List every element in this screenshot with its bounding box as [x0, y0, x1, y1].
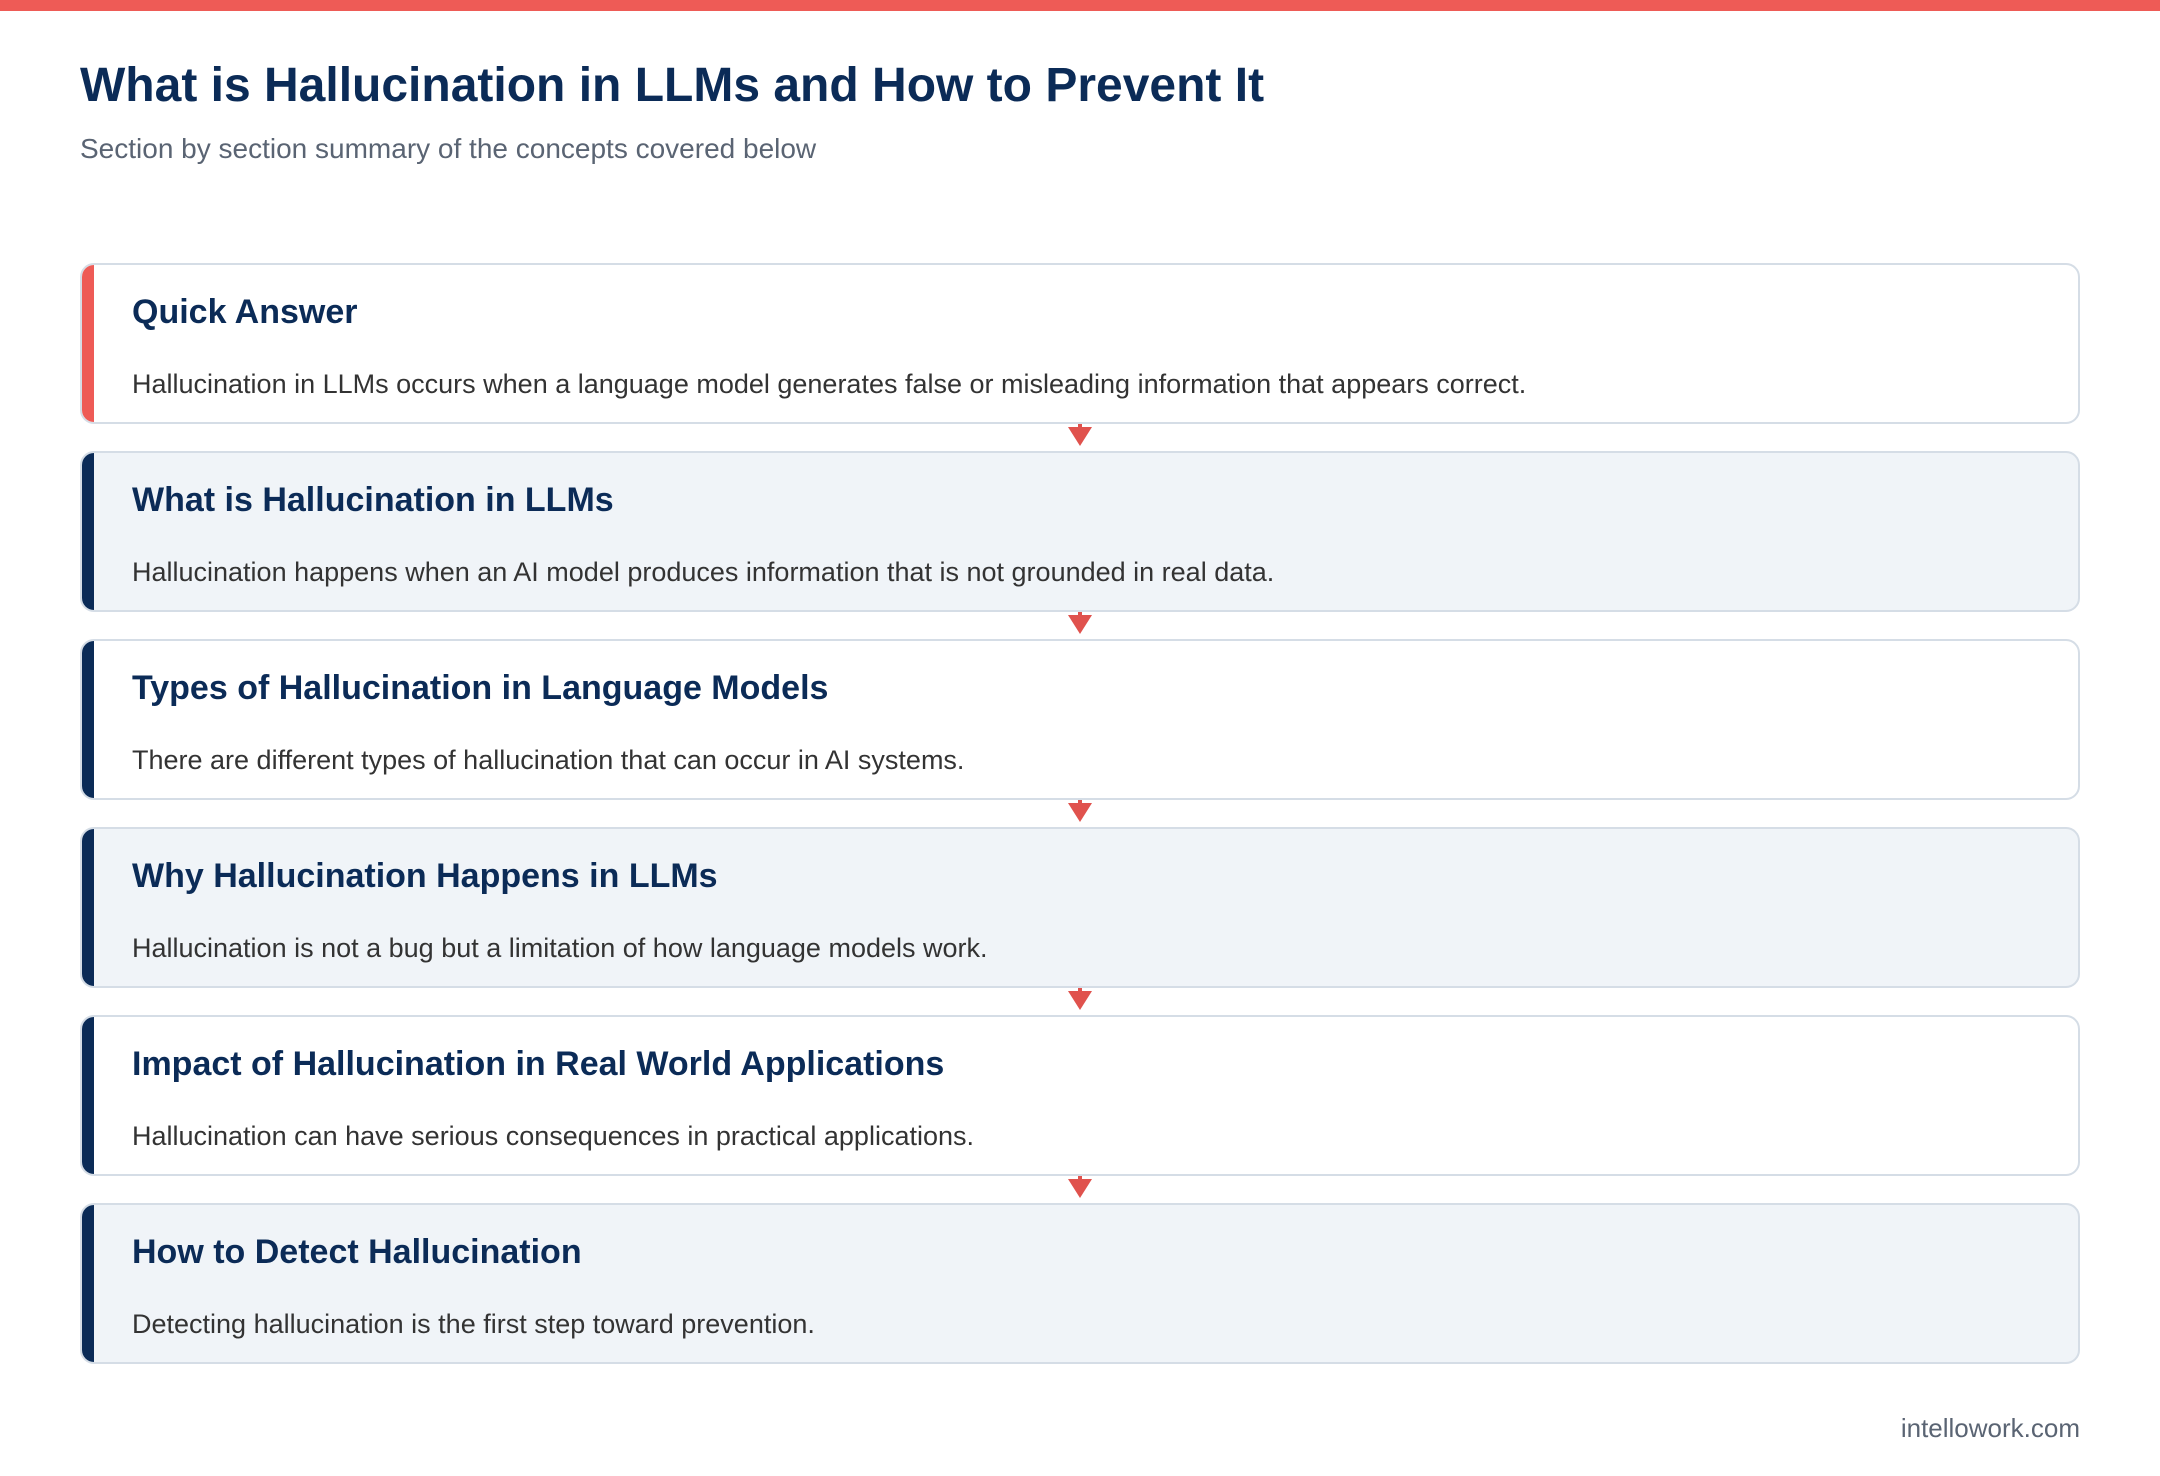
- section-heading: Types of Hallucination in Language Model…: [132, 669, 829, 707]
- section-summary: There are different types of hallucinati…: [132, 745, 965, 775]
- card-accent-bar: [82, 265, 94, 422]
- section-summary: Detecting hallucination is the first ste…: [132, 1309, 815, 1339]
- section-summary: Hallucination is not a bug but a limitat…: [132, 933, 988, 963]
- flow-connector: [80, 612, 2080, 639]
- section-card-why: Why Hallucination Happens in LLMs Halluc…: [80, 827, 2080, 988]
- card-accent-bar: [82, 1017, 94, 1174]
- flow-connector: [80, 988, 2080, 1015]
- card-accent-bar: [82, 829, 94, 986]
- flow-connector: [80, 1176, 2080, 1203]
- section-flow: Quick Answer Hallucination in LLMs occur…: [80, 263, 2080, 1364]
- flow-connector: [80, 800, 2080, 827]
- page-title: What is Hallucination in LLMs and How to…: [80, 59, 1265, 112]
- arrow-down-icon: [1068, 991, 1092, 1010]
- flow-connector: [80, 424, 2080, 451]
- card-accent-bar: [82, 641, 94, 798]
- top-accent-bar: [0, 0, 2160, 11]
- section-heading: Why Hallucination Happens in LLMs: [132, 857, 718, 895]
- card-accent-bar: [82, 453, 94, 610]
- section-heading: Impact of Hallucination in Real World Ap…: [132, 1045, 945, 1083]
- arrow-down-icon: [1068, 427, 1092, 446]
- footer-credit: intellowork.com: [1900, 1413, 2080, 1443]
- section-heading: What is Hallucination in LLMs: [132, 481, 614, 519]
- section-card-detect: How to Detect Hallucination Detecting ha…: [80, 1203, 2080, 1364]
- card-accent-bar: [82, 1205, 94, 1362]
- section-card-quick-answer: Quick Answer Hallucination in LLMs occur…: [80, 263, 2080, 424]
- arrow-down-icon: [1068, 615, 1092, 634]
- section-summary: Hallucination can have serious consequen…: [132, 1121, 974, 1151]
- section-summary: Hallucination happens when an AI model p…: [132, 557, 1275, 587]
- section-heading: Quick Answer: [132, 293, 358, 331]
- arrow-down-icon: [1068, 803, 1092, 822]
- section-card-types: Types of Hallucination in Language Model…: [80, 639, 2080, 800]
- section-heading: How to Detect Hallucination: [132, 1233, 582, 1271]
- section-card-impact: Impact of Hallucination in Real World Ap…: [80, 1015, 2080, 1176]
- page-subtitle: Section by section summary of the concep…: [80, 133, 817, 164]
- section-card-what-is-hallucination: What is Hallucination in LLMs Hallucinat…: [80, 451, 2080, 612]
- section-summary: Hallucination in LLMs occurs when a lang…: [132, 369, 1527, 399]
- arrow-down-icon: [1068, 1179, 1092, 1198]
